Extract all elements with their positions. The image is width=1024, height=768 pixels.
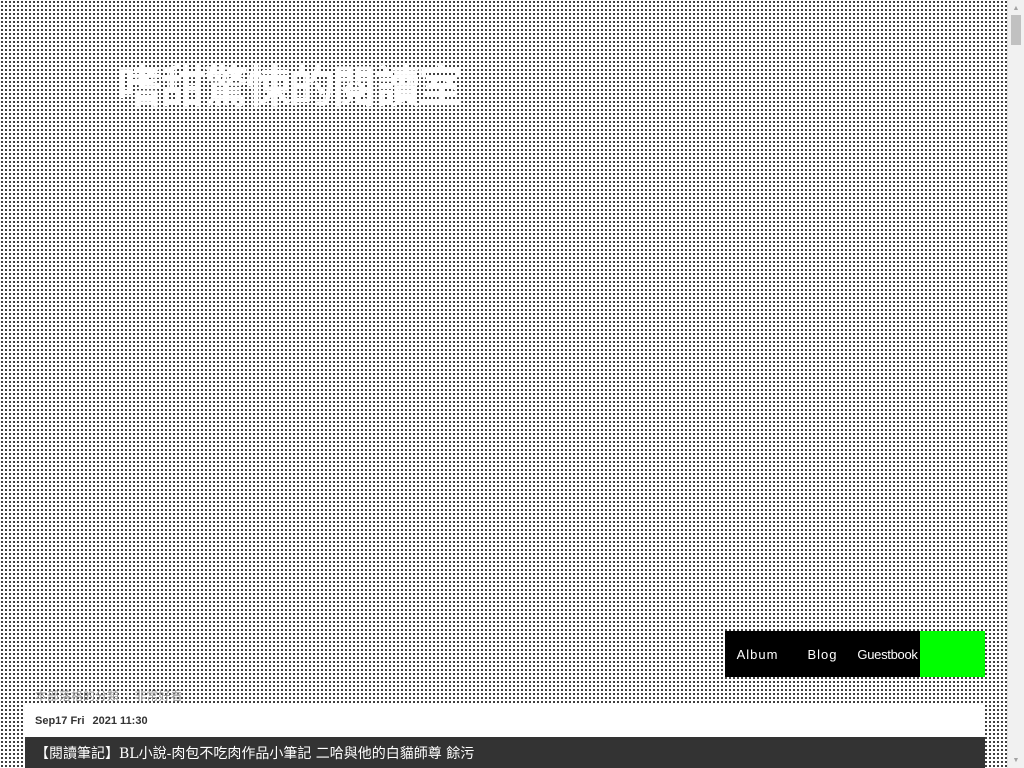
- page-scrollbar[interactable]: ▲ ▼: [1007, 0, 1024, 768]
- post-time: 2021 11:30: [92, 715, 148, 727]
- nav-guestbook[interactable]: Guestbook: [855, 631, 920, 677]
- breadcrumb-category[interactable]: 非常好看: [134, 687, 182, 704]
- scroll-thumb[interactable]: [1011, 15, 1021, 45]
- main-navigation: Album Blog Guestbook: [725, 631, 985, 677]
- breadcrumb-separator: :: [125, 689, 129, 703]
- nav-accent-block[interactable]: [920, 631, 985, 677]
- scroll-up-icon[interactable]: ▲: [1008, 1, 1024, 15]
- nav-album[interactable]: Album: [725, 631, 790, 677]
- scroll-down-icon[interactable]: ▼: [1008, 753, 1024, 767]
- nav-blog[interactable]: Blog: [790, 631, 855, 677]
- post-meta: Sep17 Fri 2021 11:30: [25, 705, 985, 737]
- breadcrumb-section: 本部落格的分類: [35, 689, 120, 703]
- blog-title[interactable]: 嗜甜驚悚的閱讀室: [118, 66, 463, 110]
- post-date: Sep17 Fri: [35, 715, 85, 727]
- breadcrumb: 本部落格的分類: 非常好看: [35, 687, 182, 704]
- post-title[interactable]: 【閱讀筆記】BL小說-肉包不吃肉作品小筆記 二哈與他的白貓師尊 餘污: [25, 737, 985, 768]
